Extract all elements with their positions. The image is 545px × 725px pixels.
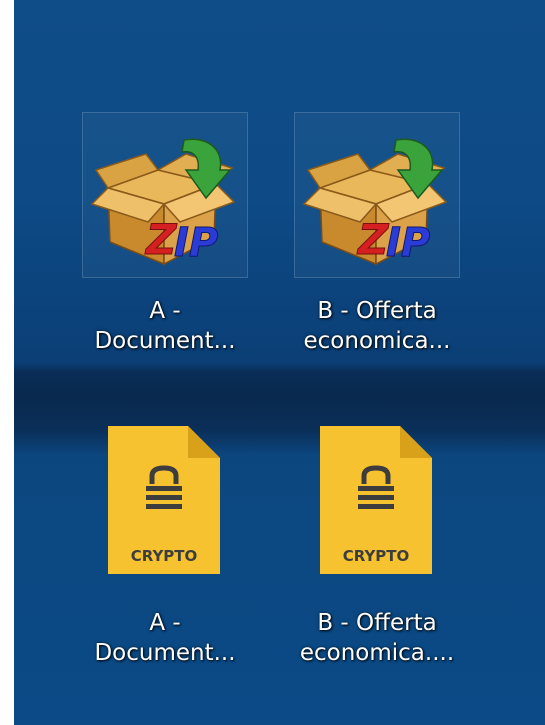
crypto-file-icon: CRYPTO: [320, 426, 432, 574]
icon-label: A - Document...: [76, 296, 254, 356]
zip-archive-icon: Z IP: [302, 138, 448, 267]
icon-label: A - Document...: [76, 608, 254, 668]
icon-label: B - Offerta economica....: [288, 608, 466, 668]
zip-archive-icon: Z IP: [90, 138, 236, 267]
svg-text:IP: IP: [174, 220, 218, 266]
icon-label: B - Offerta economica...: [288, 296, 466, 356]
window-edge: [0, 0, 14, 725]
svg-text:Z: Z: [356, 215, 390, 264]
icon-label-line2: Document...: [94, 328, 236, 354]
icon-label-line2: economica...: [303, 328, 451, 354]
desktop-background: Z IP A - Document... Z IP B - Offerta ec…: [0, 0, 545, 725]
icon-label-line2: economica....: [299, 640, 455, 666]
icon-label-line1: A -: [149, 298, 181, 324]
svg-text:Z: Z: [144, 215, 178, 264]
crypto-file-icon: CRYPTO: [108, 426, 220, 574]
svg-text:IP: IP: [386, 220, 430, 266]
crypto-badge-text: CRYPTO: [131, 547, 198, 565]
icon-label-line2: Document...: [94, 640, 236, 666]
icon-label-line1: A -: [149, 610, 181, 636]
crypto-badge-text: CRYPTO: [343, 547, 410, 565]
icon-label-line1: B - Offerta: [317, 298, 437, 324]
icon-label-line1: B - Offerta: [317, 610, 437, 636]
